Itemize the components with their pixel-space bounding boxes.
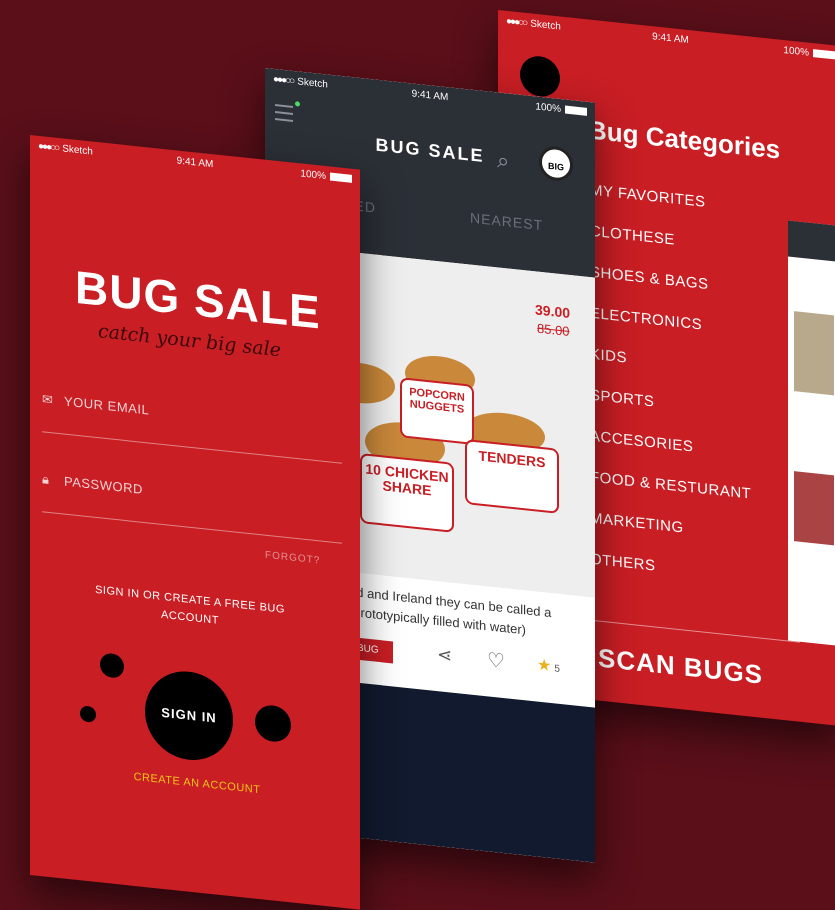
heart-icon[interactable]: ♡ xyxy=(487,647,505,674)
signup-prompt: SIGN IN OR CREATE A FREE BUG ACCOUNT xyxy=(95,583,285,627)
rating-count: 5 xyxy=(554,663,560,675)
page-title: Bug Categories xyxy=(588,114,781,165)
mail-icon: ✉ xyxy=(42,391,54,408)
scan-bugs-button[interactable]: SCAN BUGS xyxy=(598,643,763,691)
bucket-popcorn: POPCORN NUGGETS xyxy=(400,377,474,445)
sign-in-button[interactable]: SIGN IN xyxy=(145,667,233,765)
forgot-password-link[interactable]: FORGOT? xyxy=(265,550,320,567)
bucket-tenders: TENDERS xyxy=(465,439,559,514)
tab-nearest[interactable]: NEAREST xyxy=(470,210,543,234)
battery: 100% xyxy=(300,168,352,184)
email-field[interactable]: ✉ YOUR EMAIL xyxy=(42,391,342,464)
avatar[interactable] xyxy=(520,54,560,99)
divider xyxy=(590,619,800,643)
brand-logo[interactable]: BIG xyxy=(539,144,573,183)
password-placeholder: PASSWORD xyxy=(64,473,143,497)
preview-nav-bar xyxy=(788,220,835,263)
decorative-dot xyxy=(255,703,291,744)
notification-dot xyxy=(295,101,300,107)
next-product-image[interactable] xyxy=(349,681,595,863)
create-account-link[interactable]: CREATE AN ACCOUNT xyxy=(112,769,282,799)
preview-image xyxy=(794,471,834,546)
signin-screen: ●●●○○ Sketch 9:41 AM 100% BUG SALE catch … xyxy=(30,135,360,910)
battery: 100% xyxy=(535,101,587,117)
bucket-chicken: 10 CHICKEN SHARE xyxy=(360,452,454,533)
battery: 100% xyxy=(783,45,835,61)
search-icon[interactable]: ⌕ xyxy=(497,147,509,174)
lock-icon: 🔒︎ xyxy=(42,471,50,488)
share-icon[interactable]: ⋖ xyxy=(437,644,452,667)
email-placeholder: YOUR EMAIL xyxy=(64,393,150,418)
preview-image xyxy=(794,311,834,396)
decorative-dot xyxy=(100,652,124,679)
decorative-dot xyxy=(80,705,96,723)
star-icon[interactable]: ★ 5 xyxy=(537,655,560,677)
password-field[interactable]: 🔒︎ PASSWORD xyxy=(42,471,342,544)
content-preview[interactable] xyxy=(788,220,835,647)
